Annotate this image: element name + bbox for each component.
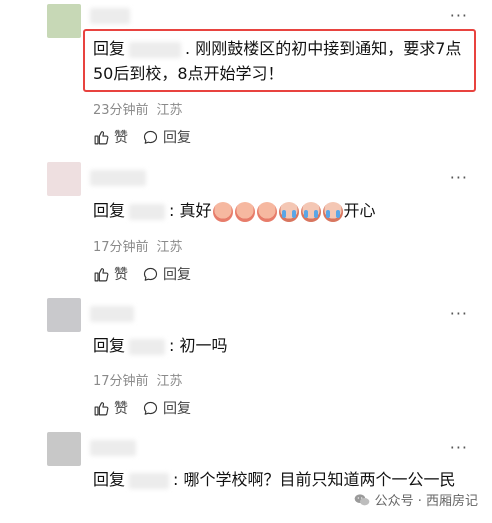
reply-body-end: 开心: [343, 201, 376, 220]
username-blurred[interactable]: [90, 170, 146, 186]
avatar[interactable]: [47, 162, 81, 196]
reply-button[interactable]: 回复: [142, 264, 191, 284]
reply-button[interactable]: 回复: [142, 127, 191, 147]
reply-label: 回复: [163, 130, 191, 146]
location: 江苏: [156, 103, 183, 118]
reply-label: 回复: [163, 401, 191, 417]
username-blurred[interactable]: [90, 8, 130, 24]
like-label: 赞: [114, 267, 128, 283]
comment-meta: 17分钟前 江苏: [93, 236, 183, 255]
emoji-icon: [234, 201, 255, 222]
avatar[interactable]: [47, 432, 81, 466]
speech-bubble-icon: [143, 130, 158, 144]
reply-text: 回复 : 真好 开心: [93, 198, 472, 223]
like-button[interactable]: 赞: [93, 127, 128, 147]
username-blurred[interactable]: [90, 306, 134, 322]
like-label: 赞: [114, 401, 128, 417]
thumb-up-icon: [94, 401, 109, 415]
emoji-icon: [256, 201, 277, 222]
comment-meta: 23分钟前 江苏: [93, 99, 183, 118]
username-blurred[interactable]: [90, 440, 136, 456]
reply-body: : 哪个学校啊？目前只知道两个一公一民: [173, 470, 456, 489]
comment-actions: 赞 回复: [93, 264, 191, 284]
reply-prefix: 回复: [93, 201, 126, 220]
like-button[interactable]: 赞: [93, 264, 128, 284]
timestamp: 23分钟前: [93, 103, 149, 118]
more-dots-icon[interactable]: ···: [450, 6, 468, 25]
speech-bubble-icon: [143, 401, 158, 415]
crying-emoji-icon: [278, 201, 299, 222]
comment-actions: 赞 回复: [93, 127, 191, 147]
reply-body-start: : 真好: [169, 201, 212, 220]
avatar[interactable]: [47, 4, 81, 38]
mention-blurred[interactable]: [129, 472, 170, 489]
thumb-up-icon: [94, 130, 109, 144]
reply-text: 回复 : 初一吗: [93, 333, 472, 358]
timestamp: 17分钟前: [93, 240, 149, 255]
avatar[interactable]: [47, 298, 81, 332]
more-dots-icon[interactable]: ···: [450, 168, 468, 187]
reply-prefix: 回复: [93, 470, 126, 489]
reply-body: : 初一吗: [169, 336, 228, 355]
more-dots-icon[interactable]: ···: [450, 438, 468, 457]
comment-meta: 17分钟前 江苏: [93, 370, 183, 389]
like-label: 赞: [114, 130, 128, 146]
mention-blurred[interactable]: [129, 338, 166, 355]
reply-text: 回复. 刚刚鼓楼区的初中接到通知，要求7点50后到校，8点开始学习！: [93, 36, 472, 86]
reply-text: 回复 : 哪个学校啊？目前只知道两个一公一民: [93, 467, 468, 492]
thumb-up-icon: [94, 267, 109, 281]
crying-emoji-icon: [322, 201, 343, 222]
speech-bubble-icon: [143, 267, 158, 281]
watermark: 公众号 · 西厢房记: [354, 490, 478, 509]
location: 江苏: [156, 374, 183, 389]
reply-prefix: 回复: [93, 39, 126, 58]
mention-blurred[interactable]: [129, 41, 182, 58]
wechat-icon: [354, 493, 369, 505]
watermark-text: 公众号 · 西厢房记: [374, 494, 478, 509]
more-dots-icon[interactable]: ···: [450, 304, 468, 323]
mention-blurred[interactable]: [129, 203, 166, 220]
reply-prefix: 回复: [93, 336, 126, 355]
reply-button[interactable]: 回复: [142, 398, 191, 418]
emoji-icon: [212, 201, 233, 222]
like-button[interactable]: 赞: [93, 398, 128, 418]
crying-emoji-icon: [300, 201, 321, 222]
timestamp: 17分钟前: [93, 374, 149, 389]
comment-actions: 赞 回复: [93, 398, 191, 418]
reply-label: 回复: [163, 267, 191, 283]
location: 江苏: [156, 240, 183, 255]
